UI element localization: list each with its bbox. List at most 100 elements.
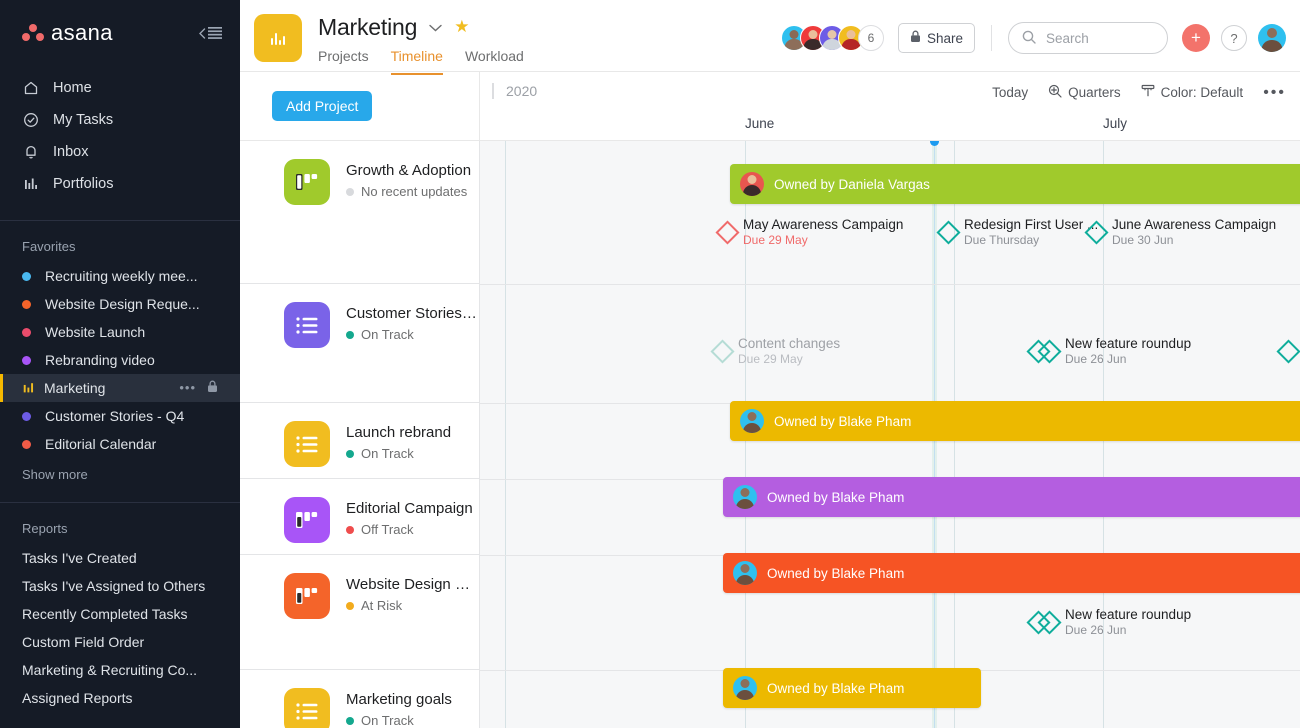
share-button[interactable]: Share xyxy=(897,23,975,53)
share-label: Share xyxy=(926,30,963,46)
sidebar-item-recruiting-weekly-meeting[interactable]: Recruiting weekly mee... xyxy=(0,262,240,290)
board-icon xyxy=(284,573,330,619)
favorite-label: Website Launch xyxy=(45,324,146,340)
timeline-bar-website-design[interactable]: Owned by Blake Pham xyxy=(723,553,1300,593)
project-name: Customer Stories ... xyxy=(346,305,478,322)
timeline-bar-marketing-goals[interactable]: Owned by Blake Pham xyxy=(723,668,981,708)
asana-logo[interactable]: asana xyxy=(22,20,113,46)
milestone-label: New feature roundup xyxy=(1065,336,1192,351)
sidebar-item-custom-field-order[interactable]: Custom Field Order xyxy=(0,628,240,656)
project-row-launch-rebrand[interactable]: Launch rebrand On Track xyxy=(240,403,479,479)
project-text: Editorial Campaign Off Track xyxy=(346,497,473,554)
avatar xyxy=(740,172,764,196)
sidebar-item-marketing[interactable]: Marketing ••• xyxy=(0,374,240,402)
sidebar-header: asana xyxy=(0,0,240,66)
sidebar-item-home[interactable]: Home xyxy=(0,72,240,104)
project-row-customer-stories[interactable]: Customer Stories ... On Track xyxy=(240,284,479,403)
project-row-marketing-goals[interactable]: Marketing goals On Track xyxy=(240,670,479,728)
tab-workload[interactable]: Workload xyxy=(465,48,524,75)
milestone-due: Due 29 May xyxy=(738,352,803,366)
tab-projects[interactable]: Projects xyxy=(318,48,369,75)
sidebar-item-inbox[interactable]: Inbox xyxy=(0,136,240,168)
milestone-double-diamond-icon xyxy=(1026,609,1062,635)
sidebar-item-assigned-reports[interactable]: Assigned Reports xyxy=(0,684,240,712)
project-text: Marketing goals On Track xyxy=(346,688,452,728)
month-label-june: June xyxy=(745,116,775,131)
list-icon xyxy=(284,688,330,728)
add-button[interactable]: + xyxy=(1182,24,1210,52)
color-button[interactable]: Color: Default xyxy=(1141,84,1244,101)
show-more-button[interactable]: Show more xyxy=(0,458,240,482)
bar-label: Owned by Daniela Vargas xyxy=(774,176,930,192)
milestone-due: Due 26 Jun xyxy=(1065,623,1127,637)
quarters-button[interactable]: Quarters xyxy=(1048,84,1121,101)
sidebar-item-customer-stories-q4[interactable]: Customer Stories - Q4 xyxy=(0,402,240,430)
timeline-chart[interactable]: Owned by Daniela Vargas May Awareness Ca… xyxy=(480,140,1300,728)
sidebar-item-label: Inbox xyxy=(53,144,89,160)
search-box[interactable] xyxy=(1008,22,1168,54)
toolbar-right: 2020 Today Quarters Color: Default ••• J… xyxy=(480,72,1300,140)
user-avatar[interactable] xyxy=(1258,24,1286,52)
milestone-text: New feature roundup Due 26 Jun xyxy=(1065,607,1191,637)
favorite-label: Website Design Reque... xyxy=(45,296,200,312)
asana-wordmark: asana xyxy=(51,20,113,45)
search-input[interactable] xyxy=(1046,30,1154,46)
sidebar-item-website-design-requests[interactable]: Website Design Reque... xyxy=(0,290,240,318)
sidebar-item-editorial-calendar[interactable]: Editorial Calendar xyxy=(0,430,240,458)
project-row-growth-adoption[interactable]: Growth & Adoption No recent updates xyxy=(240,141,479,284)
sidebar-item-website-launch[interactable]: Website Launch xyxy=(0,318,240,346)
milestone-text: Content changes Due 29 May xyxy=(738,336,840,366)
milestone-redesign-first-user[interactable]: Redesign First User ... Due Thursday xyxy=(936,217,1098,247)
project-row-editorial-campaign[interactable]: Editorial Campaign Off Track xyxy=(240,479,479,555)
sidebar-item-tasks-created[interactable]: Tasks I've Created xyxy=(0,544,240,572)
milestone-due: Due 29 May xyxy=(743,233,808,247)
project-row-website-design[interactable]: Website Design Re... At Risk xyxy=(240,555,479,670)
project-status: At Risk xyxy=(346,598,478,613)
milestone-label: May Awareness Campaign xyxy=(743,217,904,232)
grid-line xyxy=(505,141,506,728)
more-dots-icon[interactable]: ••• xyxy=(1263,84,1286,100)
chevron-down-icon[interactable] xyxy=(429,20,442,35)
project-list: Growth & Adoption No recent updates Cust… xyxy=(240,140,480,728)
help-button[interactable]: ? xyxy=(1221,25,1247,51)
paint-roller-icon xyxy=(1141,84,1155,101)
timeline-bar-launch-rebrand[interactable]: Owned by Blake Pham xyxy=(730,401,1300,441)
favorite-trailing-icons: ••• xyxy=(171,380,218,396)
more-dots-icon[interactable]: ••• xyxy=(179,381,196,394)
milestone-new[interactable]: new Due... xyxy=(1276,336,1300,366)
collapse-sidebar-icon[interactable] xyxy=(198,27,222,39)
project-status: On Track xyxy=(346,713,452,728)
milestone-june-awareness[interactable]: June Awareness Campaign Due 30 Jun xyxy=(1084,217,1276,247)
milestone-due: Due Thursday xyxy=(964,233,1040,247)
star-icon[interactable]: ★ xyxy=(454,17,469,37)
project-text: Launch rebrand On Track xyxy=(346,421,451,478)
project-name: Launch rebrand xyxy=(346,424,452,441)
list-icon xyxy=(284,421,330,467)
sidebar-item-portfolios[interactable]: Portfolios xyxy=(0,168,240,200)
milestone-content-changes[interactable]: Content changes Due 29 May xyxy=(710,336,840,366)
status-label: Off Track xyxy=(361,522,414,537)
favorites-heading: Favorites xyxy=(22,239,76,254)
add-project-button[interactable]: Add Project xyxy=(272,91,373,121)
milestone-new-feature-roundup[interactable]: New feature roundup Due 26 Jun xyxy=(1026,336,1191,366)
timeline-bar-editorial-campaign[interactable]: Owned by Blake Pham xyxy=(723,477,1300,517)
bar-chart-icon xyxy=(22,379,36,397)
sidebar-item-rebranding-video[interactable]: Rebranding video xyxy=(0,346,240,374)
milestone-text: New feature roundup Due 26 Jun xyxy=(1065,336,1191,366)
milestone-text: May Awareness Campaign Due 29 May xyxy=(743,217,903,247)
tab-timeline[interactable]: Timeline xyxy=(390,48,443,75)
member-count-badge[interactable]: 6 xyxy=(857,25,884,51)
sidebar-item-recently-completed[interactable]: Recently Completed Tasks xyxy=(0,600,240,628)
sidebar-item-my-tasks[interactable]: My Tasks xyxy=(0,104,240,136)
milestone-new-feature-roundup-2[interactable]: New feature roundup Due 26 Jun xyxy=(1026,607,1191,637)
project-name: Marketing goals xyxy=(346,691,452,708)
asana-timeline-app: asana Home My Tasks Inbox Portfolios Fav… xyxy=(0,0,1300,728)
timeline-bar-growth-adoption[interactable]: Owned by Daniela Vargas xyxy=(730,164,1300,204)
today-button[interactable]: Today xyxy=(992,85,1028,100)
sidebar-item-marketing-recruiting[interactable]: Marketing & Recruiting Co... xyxy=(0,656,240,684)
status-label: On Track xyxy=(361,446,414,461)
milestone-may-awareness[interactable]: May Awareness Campaign Due 29 May xyxy=(715,217,903,247)
color-label: Color: Default xyxy=(1160,85,1244,100)
project-icon xyxy=(254,14,302,62)
sidebar-item-tasks-assigned[interactable]: Tasks I've Assigned to Others xyxy=(0,572,240,600)
